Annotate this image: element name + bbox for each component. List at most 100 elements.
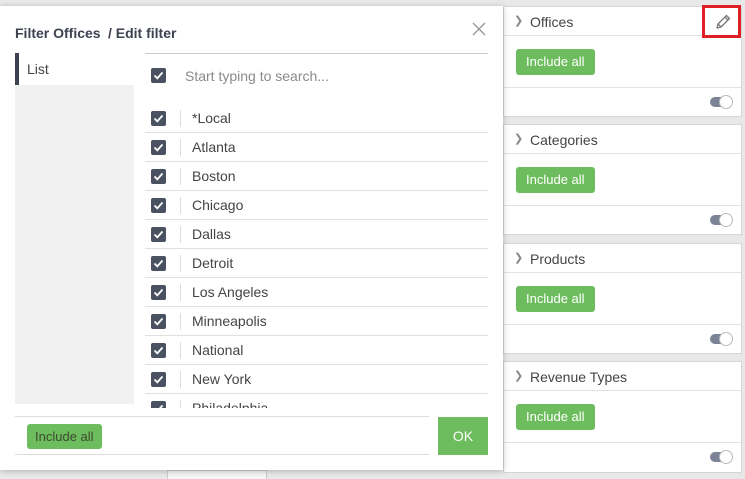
divider <box>180 400 181 408</box>
check-icon <box>153 143 164 152</box>
modal-title: Filter Offices <box>15 25 101 41</box>
divider <box>180 371 181 388</box>
check-icon <box>153 201 164 210</box>
filter-card-body: Include all <box>504 36 741 88</box>
divider <box>180 110 181 127</box>
nav-item-list[interactable]: List <box>15 53 134 85</box>
item-checkbox[interactable] <box>151 401 166 408</box>
item-label: Dallas <box>192 226 231 242</box>
filter-toggle[interactable] <box>710 450 733 464</box>
list-item[interactable]: Chicago <box>145 191 488 220</box>
item-label: Minneapolis <box>192 313 267 329</box>
item-label: *Local <box>192 110 231 126</box>
check-icon <box>153 172 164 181</box>
filter-toggle[interactable] <box>710 95 733 109</box>
filter-card-body: Include all <box>504 391 741 443</box>
filter-card-footer <box>504 443 741 471</box>
search-input[interactable] <box>185 63 475 89</box>
include-all-button[interactable]: Include all <box>516 49 595 75</box>
filter-card-footer <box>504 325 741 353</box>
item-checkbox[interactable] <box>151 343 166 358</box>
check-icon <box>153 230 164 239</box>
divider <box>180 168 181 185</box>
modal-footer: Include all <box>15 416 429 455</box>
filter-toggle[interactable] <box>710 332 733 346</box>
list-item[interactable]: National <box>145 336 488 365</box>
filter-modal: Filter Offices / Edit filter List *Local… <box>0 6 503 470</box>
filter-card-categories: ❯ Categories Include all <box>503 124 742 235</box>
list-item[interactable]: Atlanta <box>145 133 488 162</box>
item-label: Detroit <box>192 255 234 271</box>
item-checkbox[interactable] <box>151 140 166 155</box>
include-all-button[interactable]: Include all <box>516 286 595 312</box>
list-item[interactable]: Los Angeles <box>145 278 488 307</box>
chevron-right-icon[interactable]: ❯ <box>514 132 523 145</box>
check-icon <box>153 259 164 268</box>
filter-toggle[interactable] <box>710 213 733 227</box>
include-all-button[interactable]: Include all <box>516 404 595 430</box>
filter-card-title: Offices <box>530 14 574 30</box>
close-button[interactable] <box>470 20 488 38</box>
office-list: *Local Atlanta Boston Chicago Dallas Det… <box>145 53 488 408</box>
divider <box>180 313 181 330</box>
filter-panel: ❯ Offices Include all ❯ Categories Inclu… <box>503 0 745 479</box>
ok-button[interactable]: OK <box>438 417 488 455</box>
edit-filter-button[interactable] <box>702 5 741 38</box>
check-icon <box>153 346 164 355</box>
divider <box>180 139 181 156</box>
modal-subtitle: / Edit filter <box>108 25 177 41</box>
divider <box>180 226 181 243</box>
item-checkbox[interactable] <box>151 227 166 242</box>
item-label: National <box>192 342 244 358</box>
item-checkbox[interactable] <box>151 285 166 300</box>
filter-card-footer <box>504 88 741 116</box>
check-icon <box>153 71 164 80</box>
chevron-right-icon[interactable]: ❯ <box>514 14 523 27</box>
filter-card-header[interactable]: ❯ Revenue Types <box>504 362 741 391</box>
item-checkbox[interactable] <box>151 111 166 126</box>
chevron-right-icon[interactable]: ❯ <box>514 369 523 382</box>
item-label: Boston <box>192 168 236 184</box>
list-item[interactable]: Detroit <box>145 249 488 278</box>
item-checkbox[interactable] <box>151 198 166 213</box>
modal-side-nav: List <box>15 53 134 404</box>
check-icon <box>155 404 164 408</box>
check-icon <box>153 288 164 297</box>
item-label: Chicago <box>192 197 244 213</box>
item-checkbox[interactable] <box>151 372 166 387</box>
item-label: Philadelphia <box>192 400 269 408</box>
close-icon <box>472 22 486 36</box>
item-checkbox[interactable] <box>151 169 166 184</box>
item-label: Atlanta <box>192 139 236 155</box>
filter-card-products: ❯ Products Include all <box>503 243 742 354</box>
filter-card-footer <box>504 206 741 234</box>
divider <box>180 342 181 359</box>
pencil-icon <box>716 14 731 29</box>
filter-card-title: Categories <box>530 132 598 148</box>
list-item[interactable]: Minneapolis <box>145 307 488 336</box>
select-all-checkbox[interactable] <box>151 68 166 83</box>
filter-card-body: Include all <box>504 154 741 206</box>
item-label: Los Angeles <box>192 284 269 300</box>
check-icon <box>153 375 164 384</box>
divider <box>180 197 181 214</box>
item-checkbox[interactable] <box>151 314 166 329</box>
filter-card-header[interactable]: ❯ Categories <box>504 125 741 154</box>
list-item[interactable]: *Local <box>145 104 488 133</box>
check-icon <box>153 114 164 123</box>
list-item[interactable]: Boston <box>145 162 488 191</box>
search-row <box>145 53 488 98</box>
include-all-button[interactable]: Include all <box>27 424 102 449</box>
check-icon <box>153 317 164 326</box>
list-item[interactable]: Dallas <box>145 220 488 249</box>
item-checkbox[interactable] <box>151 256 166 271</box>
list-item[interactable]: Philadelphia <box>145 394 488 408</box>
divider <box>180 255 181 272</box>
filter-card-title: Products <box>530 251 586 267</box>
filter-card-revenue-types: ❯ Revenue Types Include all <box>503 361 742 473</box>
list-item[interactable]: New York <box>145 365 488 394</box>
filter-card-header[interactable]: ❯ Products <box>504 244 741 273</box>
divider <box>180 284 181 301</box>
include-all-button[interactable]: Include all <box>516 167 595 193</box>
chevron-right-icon[interactable]: ❯ <box>514 251 523 264</box>
